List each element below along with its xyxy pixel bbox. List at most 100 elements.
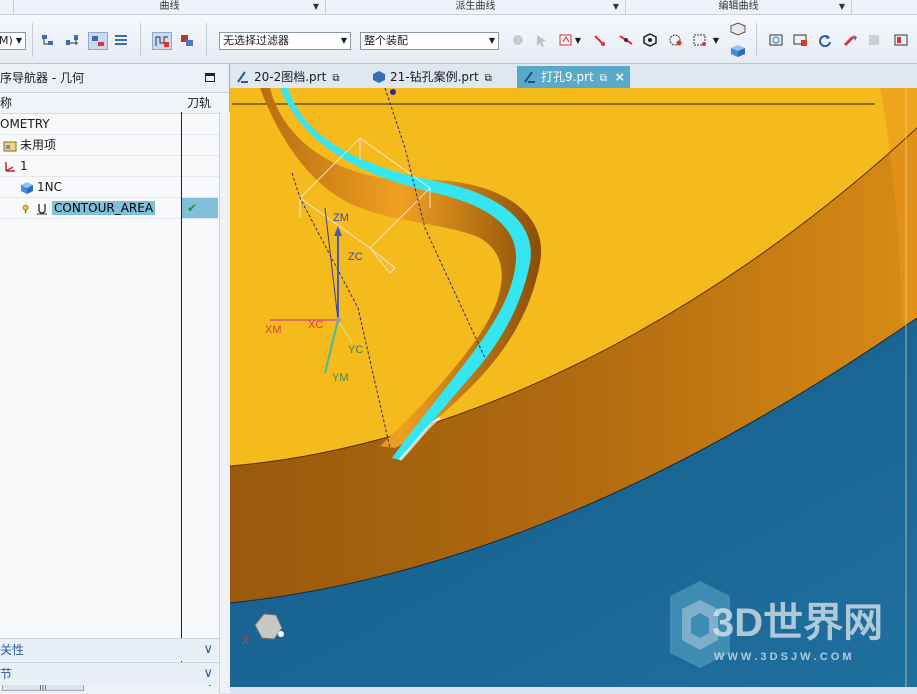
axis-label-xm: XM [265, 324, 282, 336]
coordinate-system-icon [5, 161, 15, 172]
chevron-down-icon[interactable]: ▼ [711, 32, 721, 48]
tab-label: 20-2图档.prt [254, 70, 327, 84]
selection-filter-combo[interactable]: 无选择过滤器 ▼ [219, 32, 351, 50]
tree-label: CONTOUR_AREA [52, 201, 156, 215]
view-cube-icon[interactable] [729, 43, 747, 59]
navigator-column-header: 称 刀轨 [0, 93, 229, 114]
axis-label-ym: YM [332, 372, 349, 384]
rotate-icon[interactable] [816, 32, 834, 48]
mid-point-icon[interactable] [617, 32, 635, 48]
chevron-down-icon: ∨ [203, 666, 213, 681]
solid-part-icon [373, 71, 385, 83]
machining-method-view-icon[interactable] [112, 32, 130, 48]
navigator-title-bar: 序导航器 - 几何 [0, 64, 229, 93]
verify-toolpath-icon[interactable] [178, 32, 196, 48]
vertical-scrollbar[interactable] [219, 112, 230, 693]
tree-label: 1 [20, 159, 28, 173]
toolbar-separator [32, 23, 33, 57]
fit-view-icon[interactable] [767, 32, 785, 48]
generate-toolpath-icon[interactable] [152, 32, 172, 50]
tree-row-contour-area[interactable]: CONTOUR_AREA ✔ [0, 198, 229, 219]
toolbar-separator [206, 23, 207, 57]
column-divider [181, 112, 182, 677]
dependencies-panel-title: 关性 [0, 643, 25, 657]
machine-tool-view-icon[interactable] [64, 32, 82, 48]
toolbar-separator [140, 23, 141, 57]
tab-pin-icon[interactable]: ⧉ [485, 73, 492, 84]
ribbon-group-curve[interactable]: 曲线 ▼ [14, 0, 326, 14]
pan-icon[interactable] [842, 32, 860, 48]
workpiece-icon [21, 181, 33, 194]
center-point-icon[interactable] [667, 32, 685, 48]
axis-label-zm: ZM [333, 212, 349, 224]
toolbar: M) ▼ 无选择过滤器 ▼ 整个装配 ▼ ▼ ▼ [0, 15, 917, 64]
mode-combo[interactable]: M) ▼ [0, 32, 26, 50]
tree-row-unused[interactable]: 未用项 [0, 135, 229, 156]
ribbon-spacer-right [852, 0, 917, 14]
watermark-title: 3D世界网 [712, 601, 883, 645]
tab-21-drilling-case[interactable]: 21-钻孔案例.prt ⧉ [366, 66, 512, 88]
tree-label: OMETRY [0, 117, 50, 131]
ribbon-group-derived-label: 派生曲线 [455, 1, 496, 12]
graphics-viewport[interactable]: ZM ZC XM XC YC YM X 3D世界网 W W W . 3 D S … [230, 88, 917, 687]
chevron-down-icon[interactable]: ▼ [573, 32, 583, 48]
view-cube-top-icon[interactable] [729, 21, 747, 37]
navigator-title: 序导航器 - 几何 [0, 71, 84, 85]
watermark-url: W W W . 3 D S J W . C O M [714, 651, 852, 663]
toolbar-separator [756, 23, 757, 57]
assembly-scope-combo[interactable]: 整个装配 ▼ [360, 32, 499, 50]
tab-drill-9[interactable]: 打孔9.prt ⧉ × [517, 66, 630, 88]
details-panel-header[interactable]: 节 ∨ [0, 662, 219, 685]
tab-pin-icon[interactable]: ⧉ [600, 73, 607, 84]
chevron-down-icon: ▼ [612, 2, 619, 11]
tab-close-button[interactable]: × [615, 70, 625, 84]
select-arrow-icon[interactable] [533, 32, 551, 48]
ribbon-group-bar: 曲线 ▼ 派生曲线 ▼ 编辑曲线 ▼ [0, 0, 917, 15]
axis-label-yc: YC [348, 344, 363, 356]
tree-row-mcs[interactable]: 1 [0, 156, 229, 177]
display-settings-icon[interactable] [892, 32, 910, 48]
layer-settings-icon[interactable] [866, 32, 884, 48]
column-name-header[interactable]: 称 [0, 96, 12, 110]
mode-combo-value: M) [0, 34, 13, 47]
ribbon-spacer [0, 0, 14, 14]
part-icon [524, 71, 535, 83]
tab-20-2-drawing[interactable]: 20-2图档.prt ⧉ [230, 66, 358, 88]
triad-x-label: X [242, 635, 250, 647]
details-panel-title: 节 [0, 667, 13, 681]
chevron-down-icon: ▼ [488, 36, 495, 45]
chevron-down-icon: ▼ [312, 2, 319, 11]
dependencies-panel-header[interactable]: 关性 ∨ [0, 638, 219, 661]
folder-icon [3, 141, 17, 151]
status-warning-icon [22, 204, 29, 213]
operation-navigator-panel: 序导航器 - 几何 称 刀轨 OMETRY 未用项 1 1NC CONTOUR_… [0, 64, 230, 694]
control-point-icon[interactable] [641, 32, 659, 48]
ribbon-group-curve-label: 曲线 [159, 1, 180, 12]
part-icon [237, 71, 248, 83]
selection-filter-value: 无选择过滤器 [223, 34, 289, 47]
ribbon-group-edit-curve[interactable]: 编辑曲线 ▼ [626, 0, 852, 14]
operation-icon [37, 203, 47, 214]
axis-label-xc: XC [308, 319, 323, 331]
tree-label: 未用项 [20, 138, 57, 152]
maximize-icon[interactable] [205, 73, 215, 82]
ribbon-group-derived-curve[interactable]: 派生曲线 ▼ [326, 0, 626, 14]
document-tab-bar: 20-2图档.prt ⧉ 21-钻孔案例.prt ⧉ 打孔9.prt ⧉ × [230, 64, 917, 89]
assembly-scope-value: 整个装配 [364, 34, 408, 47]
model-canvas[interactable]: ZM ZC XM XC YC YM X 3D世界网 W W W . 3 D S … [230, 88, 917, 687]
chevron-down-icon: ▼ [838, 2, 845, 11]
tab-label: 打孔9.prt [541, 70, 594, 84]
snap-point-icon[interactable] [509, 32, 527, 48]
geometry-view-icon[interactable] [88, 32, 108, 50]
column-toolpath-header[interactable]: 刀轨 [187, 93, 211, 113]
tree-row-workpiece[interactable]: 1NC [0, 177, 229, 198]
tab-pin-icon[interactable]: ⧉ [332, 73, 339, 84]
program-order-view-icon[interactable] [40, 32, 58, 48]
toolpath-ok-icon: ✔ [187, 201, 198, 215]
tree-row-geometry[interactable]: OMETRY [0, 114, 229, 135]
end-point-icon[interactable] [591, 32, 609, 48]
chevron-down-icon: ▼ [15, 36, 22, 45]
box-select-icon[interactable] [691, 32, 709, 48]
tree-label: 1NC [37, 180, 62, 194]
zoom-window-icon[interactable] [792, 32, 810, 48]
